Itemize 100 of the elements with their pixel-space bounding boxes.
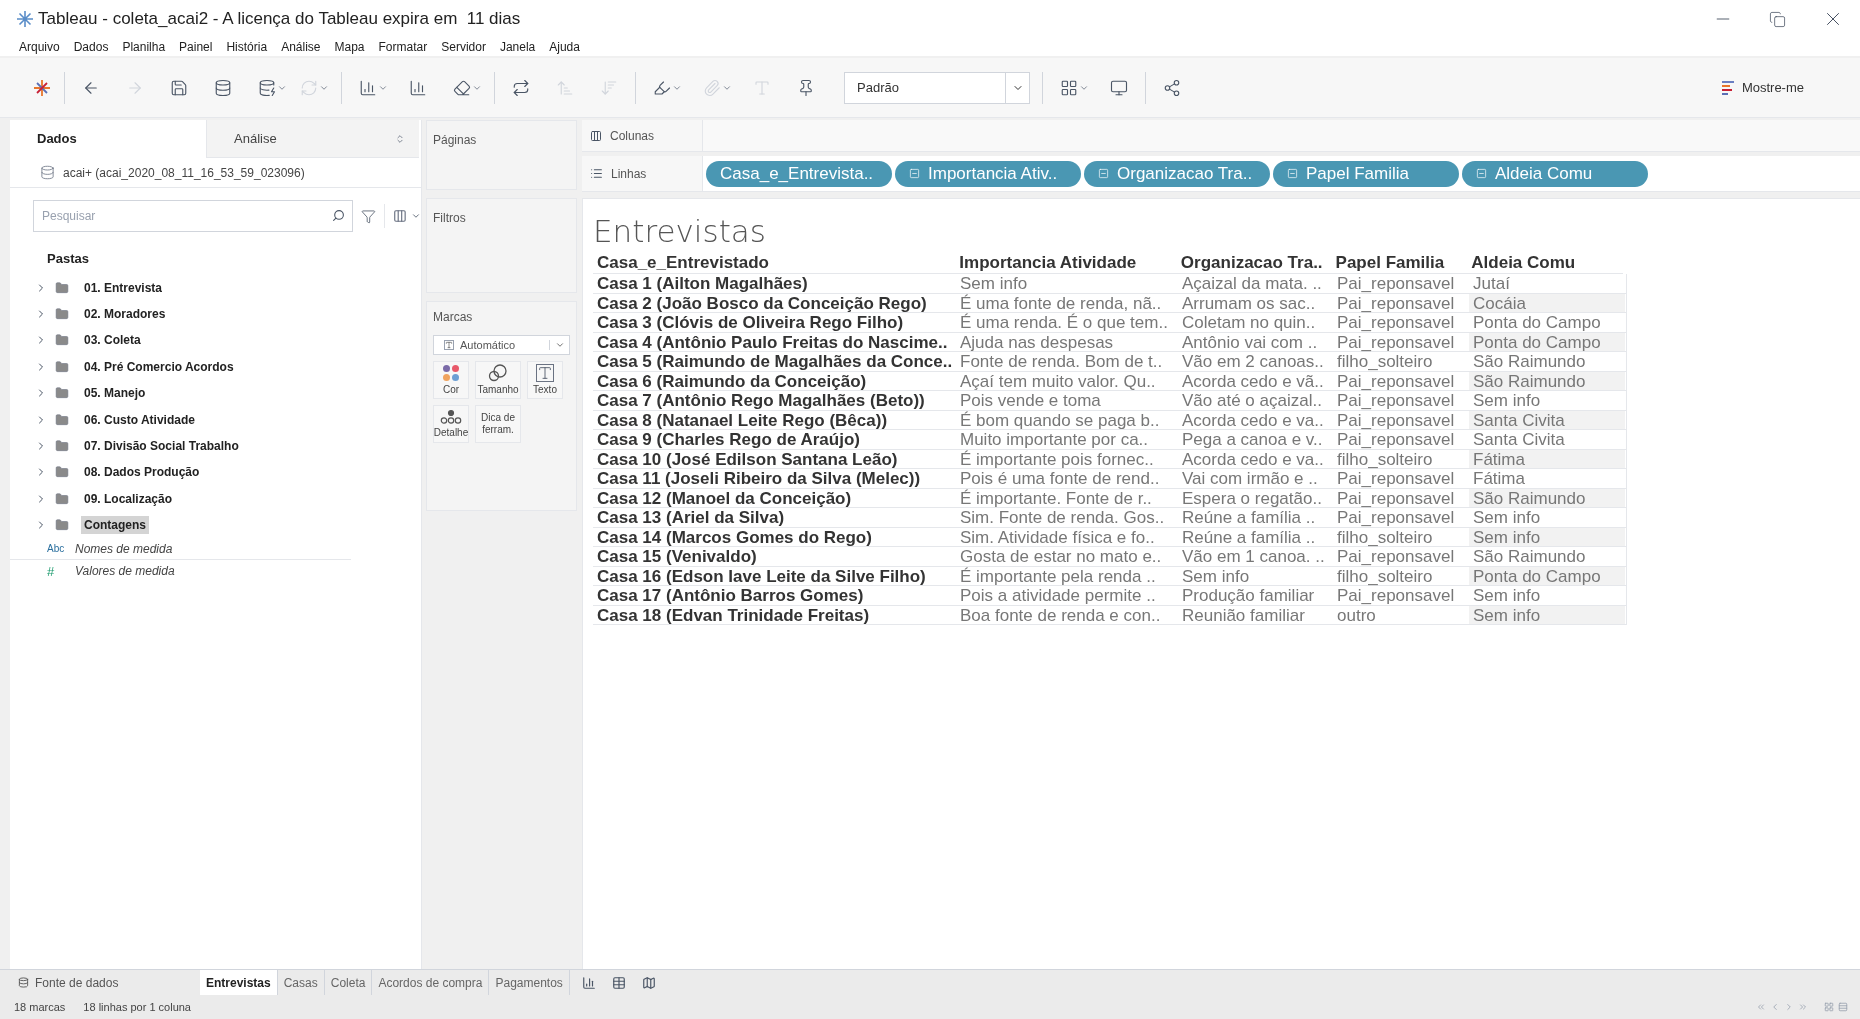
mark-property-button[interactable]: Dica de ferram. [475, 405, 521, 443]
next-page-icon[interactable] [1784, 1002, 1794, 1012]
table-cell-text: Pai_reponsavel [1336, 430, 1456, 449]
column-header[interactable]: Aldeia Comu [1467, 253, 1623, 273]
columns-shelf-icon [590, 129, 602, 142]
shelf-label: Colunas [610, 127, 655, 145]
collapse-icon [909, 168, 920, 179]
folder-item[interactable]: 04. Pré Comercio Acordos [81, 357, 237, 376]
menu-item[interactable]: Ajuda [549, 38, 580, 56]
table-cell-text: Sem info [1472, 391, 1542, 410]
grid-view-icon[interactable] [1824, 1002, 1834, 1012]
table-cell-text: Casa 1 (Ailton Magalhães) [596, 274, 809, 293]
column-header[interactable]: Casa_e_Entrevistado [593, 253, 956, 273]
sort-caret-icon[interactable] [395, 134, 405, 144]
column-header[interactable]: Organizacao Tra.. [1176, 253, 1332, 273]
folder-item[interactable]: 01. Entrevista [81, 278, 166, 297]
table-cell-text: Santa Civita [1472, 430, 1566, 449]
menu-item[interactable]: Formatar [378, 38, 428, 56]
folder-item[interactable]: Contagens [81, 516, 149, 535]
collapse-icon [1098, 168, 1109, 179]
datasource-icon [40, 165, 55, 180]
folder-item[interactable]: 09. Localização [81, 489, 176, 508]
last-page-icon[interactable] [1798, 1002, 1808, 1012]
folder-item[interactable]: 07. Divisão Social Trabalho [81, 437, 242, 456]
sheet-tab[interactable]: Entrevistas [200, 970, 278, 995]
table-cell-text: Pois é uma fonte de rend.. [959, 469, 1161, 488]
show-me-icon [1721, 80, 1734, 95]
folder-icon [55, 465, 69, 480]
table-cell-text: São Raimundo [1472, 352, 1587, 371]
previous-page-icon[interactable] [1770, 1002, 1780, 1012]
table-cell-text: Casa 12 (Manoel da Conceição) [596, 488, 853, 507]
table-cell-text: Sem info [959, 274, 1029, 293]
caret-icon[interactable] [411, 211, 421, 221]
menu-item[interactable]: História [226, 38, 268, 56]
table-cell-text: Casa 3 (Clóvis de Oliveira Rego Filho) [596, 313, 905, 332]
search-field[interactable]: Pesquisar [33, 200, 354, 232]
worksheet-title: Entrevistas [593, 212, 767, 251]
table-cell-text: Pai_reponsavel [1336, 293, 1456, 312]
status-text: 18 marcas [14, 999, 66, 1015]
menu-item[interactable]: Painel [179, 38, 213, 56]
table-cell-text: Casa 13 (Ariel da Silva) [596, 508, 786, 527]
mark-property-button[interactable]: Detalhe [433, 405, 469, 443]
menu-item[interactable]: Mapa [334, 38, 365, 56]
table-cell-text: Ajuda nas despesas [959, 332, 1115, 351]
datasource-tab[interactable]: Fonte de dados [10, 973, 200, 992]
table-cell-text: Arrumam os sac.. [1181, 293, 1317, 312]
table-cell-text: Pai_reponsavel [1336, 547, 1456, 566]
menu-item[interactable]: Planilha [122, 38, 166, 56]
folder-icon [55, 280, 69, 295]
restore-icon[interactable] [1769, 10, 1786, 28]
card-title: Páginas [433, 133, 477, 147]
datasource-name[interactable]: acai+ (acai_2020_08_11_16_53_59_023096) [63, 163, 305, 182]
column-header[interactable]: Importancia Atividade [955, 253, 1177, 273]
list-view-icon[interactable] [1838, 1002, 1848, 1012]
folder-item[interactable]: 06. Custo Atividade [81, 410, 198, 429]
table-cell-text: Casa 8 (Natanael Leite Rego (Bêca)) [596, 410, 889, 429]
folder-icon [55, 386, 69, 401]
table-cell-text: Pai_reponsavel [1336, 371, 1456, 390]
field-item[interactable]: Nomes de medida [75, 539, 173, 558]
table-cell-text: filho_solteiro [1336, 449, 1434, 468]
menu-item[interactable]: Dados [73, 38, 109, 56]
folder-item[interactable]: 02. Moradores [81, 305, 169, 324]
table-cell-text: Pai_reponsavel [1336, 410, 1456, 429]
folder-icon [55, 439, 69, 454]
table-cell-text: Vai com irmão e .. [1181, 469, 1319, 488]
menu-item[interactable]: Arquivo [19, 38, 60, 56]
tableau-logo-icon[interactable] [32, 77, 52, 98]
folder-item[interactable]: 05. Manejo [81, 384, 149, 403]
fit-dropdown[interactable]: Padrão [844, 71, 1030, 104]
table-cell-text: Açaizal da mata. .. [1181, 274, 1323, 293]
menu-item[interactable]: Servidor [441, 38, 486, 56]
mark-property-button[interactable]: Cor [433, 361, 469, 399]
detail-dots-icon [440, 409, 462, 425]
table-cell-text: Vão em 2 canoas.. [1181, 352, 1325, 371]
view-options-icon[interactable] [393, 209, 408, 223]
table-cell-text: É uma renda. É o que tem.. [959, 313, 1169, 332]
table-cell-text: Pai_reponsavel [1336, 488, 1456, 507]
folder-item[interactable]: 08. Dados Produção [81, 463, 203, 482]
mark-property-button[interactable]: Texto [527, 361, 563, 399]
mark-property-button[interactable]: Tamanho [475, 361, 521, 399]
field-item[interactable]: Valores de medida [75, 562, 175, 581]
card-title: Marcas [433, 309, 474, 326]
folder-item[interactable]: 03. Coleta [81, 331, 144, 350]
folder-icon [55, 518, 69, 533]
table-cell-text: Pai_reponsavel [1336, 391, 1456, 410]
table-cell-text: Casa 4 (Antônio Paulo Freitas do Nascime.. [596, 332, 949, 351]
filter-icon[interactable] [361, 208, 377, 224]
menu-item[interactable]: Janela [499, 38, 536, 56]
show-me-button[interactable]: Mostre-me [1721, 77, 1804, 98]
table-cell-text: Fátima [1472, 469, 1526, 488]
table-cell-text: Pai_reponsavel [1336, 586, 1456, 605]
table-cell-text: Antônio vai com .. [1181, 332, 1319, 351]
first-page-icon[interactable] [1756, 1002, 1766, 1012]
pane-tab[interactable]: Análise [206, 120, 419, 158]
column-header[interactable]: Papel Familia [1331, 253, 1468, 273]
table-cell-text: Produção familiar [1181, 586, 1316, 605]
table-cell-text: Pega a canoa e v.. [1181, 430, 1324, 449]
table-cell-text: É bom quando se paga b.. [959, 410, 1161, 429]
menu-item[interactable]: Análise [281, 38, 321, 56]
mark-type-dropdown[interactable]: Automático [433, 335, 570, 355]
